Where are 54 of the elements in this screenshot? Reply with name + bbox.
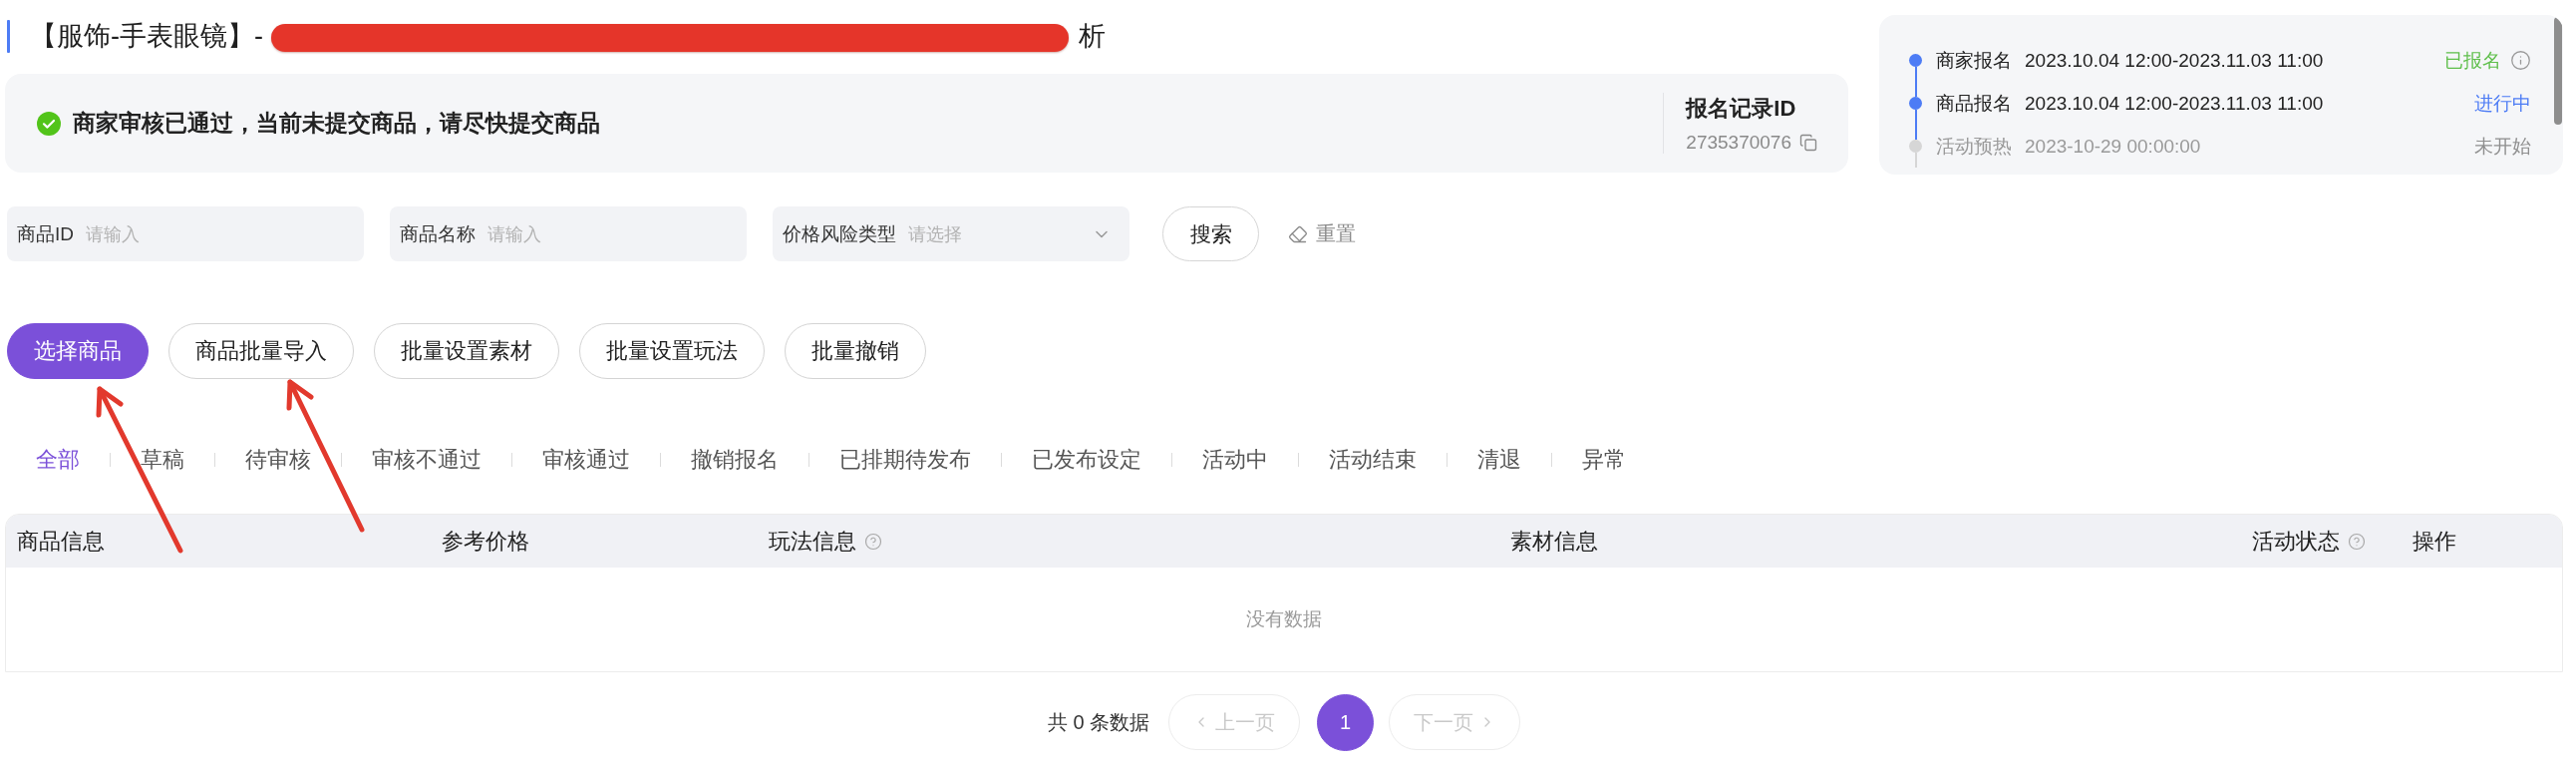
timeline-step-label: 商品报名 bbox=[1936, 91, 2012, 116]
empty-state-text: 没有数据 bbox=[1246, 607, 1322, 631]
timeline-connector bbox=[1914, 153, 1917, 168]
eraser-icon bbox=[1288, 223, 1308, 244]
primary-action-button[interactable]: 选择商品 bbox=[7, 323, 149, 379]
filter-tab[interactable]: 已发布设定 bbox=[1032, 440, 1141, 480]
filter-tab[interactable]: 异常 bbox=[1582, 440, 1626, 480]
copy-icon[interactable] bbox=[1799, 133, 1817, 152]
timeline-status: 已报名 bbox=[2444, 48, 2501, 73]
notice-message: 商家审核已通过，当前未提交商品，请尽快提交商品 bbox=[73, 109, 600, 138]
action-button[interactable]: 批量设置玩法 bbox=[579, 323, 765, 379]
reset-button[interactable]: 重置 bbox=[1288, 220, 1356, 247]
title-accent-bar bbox=[7, 20, 10, 53]
filter-tab[interactable]: 审核通过 bbox=[542, 440, 630, 480]
scrollbar-thumb[interactable] bbox=[2554, 17, 2562, 125]
column-header: 商品信息 bbox=[17, 527, 105, 556]
help-icon[interactable] bbox=[2348, 532, 2366, 551]
page-title: 析 bbox=[1079, 20, 1106, 53]
input-field[interactable]: 商品名称 请输入 bbox=[390, 206, 747, 261]
timeline-time: 2023.10.04 12:00-2023.11.03 11:00 bbox=[2025, 49, 2324, 72]
timeline-status: 进行中 bbox=[2474, 91, 2531, 116]
timeline-step-label: 商家报名 bbox=[1936, 48, 2012, 73]
filter-tab[interactable]: 撤销报名 bbox=[691, 440, 779, 480]
filter-tab[interactable]: 清退 bbox=[1477, 440, 1521, 480]
page-title: 【服饰-手表眼镜】- bbox=[30, 20, 263, 53]
action-button[interactable]: 批量撤销 bbox=[785, 323, 926, 379]
timeline-time: 2023.10.04 12:00-2023.11.03 11:00 bbox=[2025, 92, 2324, 115]
record-id-label: 报名记录ID bbox=[1686, 94, 1797, 123]
timeline-time: 2023-10-29 00:00:00 bbox=[2025, 135, 2201, 158]
search-button[interactable]: 搜索 bbox=[1162, 206, 1259, 261]
column-header: 参考价格 bbox=[442, 527, 529, 556]
timeline-status: 未开始 bbox=[2474, 134, 2531, 159]
help-icon[interactable] bbox=[864, 532, 882, 551]
select-field[interactable]: 价格风险类型 请选择 bbox=[773, 206, 1129, 261]
action-button[interactable]: 商品批量导入 bbox=[168, 323, 354, 379]
filter-tab[interactable]: 全部 bbox=[36, 440, 80, 480]
filter-tab[interactable]: 审核不通过 bbox=[372, 440, 482, 480]
info-icon[interactable] bbox=[2510, 50, 2531, 71]
check-circle-icon bbox=[37, 111, 61, 136]
filter-tab[interactable]: 待审核 bbox=[245, 440, 311, 480]
filter-tab[interactable]: 活动结束 bbox=[1329, 440, 1417, 480]
pagination-summary: 共 0 条数据 bbox=[1047, 709, 1150, 735]
filter-tab[interactable]: 草稿 bbox=[141, 440, 184, 480]
filter-tab[interactable]: 活动中 bbox=[1202, 440, 1268, 480]
input-field[interactable]: 商品ID 请输入 bbox=[7, 206, 364, 261]
page-number-button[interactable]: 1 bbox=[1317, 693, 1375, 751]
column-header: 活动状态 bbox=[2252, 527, 2340, 556]
column-header: 玩法信息 bbox=[769, 527, 856, 556]
record-id-value: 2735370076 bbox=[1686, 131, 1791, 154]
column-header: 操作 bbox=[2413, 527, 2456, 556]
action-button[interactable]: 批量设置素材 bbox=[374, 323, 559, 379]
column-header: 素材信息 bbox=[1510, 527, 1598, 556]
timeline-step-label: 活动预热 bbox=[1936, 134, 2012, 159]
filter-tab[interactable]: 已排期待发布 bbox=[839, 440, 971, 480]
